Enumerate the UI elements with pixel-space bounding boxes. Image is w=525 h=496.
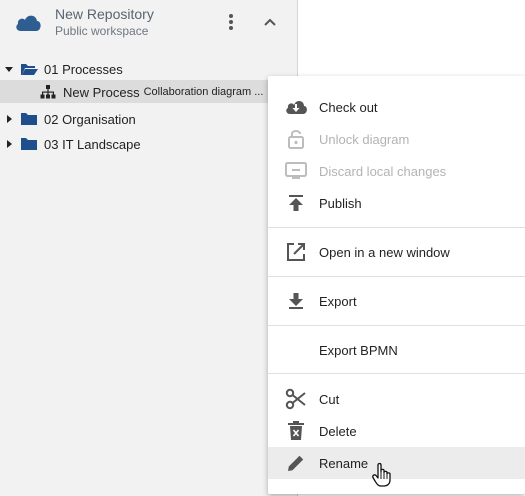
hierarchy-icon bbox=[40, 85, 56, 99]
menu-item-check-out[interactable]: Check out bbox=[268, 91, 525, 123]
menu-item-label: Export BPMN bbox=[319, 342, 398, 358]
folder-icon bbox=[21, 113, 37, 125]
scissors-icon bbox=[285, 388, 307, 410]
publish-icon bbox=[285, 192, 307, 214]
menu-item-cut[interactable]: Cut bbox=[268, 383, 525, 415]
tree-folder-label: 01 Processes bbox=[44, 61, 123, 77]
pencil-icon bbox=[285, 452, 307, 474]
open-external-icon bbox=[285, 241, 307, 263]
menu-item-discard-local-changes[interactable]: Discard local changes bbox=[268, 155, 525, 187]
tree-folder-organisation[interactable]: 02 Organisation bbox=[4, 108, 136, 130]
tree-folder-label: 03 IT Landscape bbox=[44, 136, 141, 152]
repository-sidebar: New Repository Public workspace 01 Proce… bbox=[0, 0, 298, 496]
menu-item-export-bpmn[interactable]: Export BPMN bbox=[268, 334, 525, 366]
menu-item-label: Rename bbox=[319, 455, 369, 471]
cloud-download-icon bbox=[285, 96, 307, 118]
trash-icon bbox=[285, 420, 307, 442]
menu-item-label: Unlock diagram bbox=[319, 131, 410, 147]
repository-title: New Repository bbox=[55, 6, 154, 22]
menu-divider bbox=[268, 227, 525, 228]
menu-divider bbox=[268, 276, 525, 277]
tree-folder-label: 02 Organisation bbox=[44, 111, 136, 127]
caret-right-icon[interactable] bbox=[4, 114, 14, 124]
menu-item-label: Delete bbox=[319, 423, 357, 439]
menu-item-open-new-window[interactable]: Open in a new window bbox=[268, 236, 525, 268]
menu-item-unlock-diagram[interactable]: Unlock diagram bbox=[268, 123, 525, 155]
unlock-icon bbox=[285, 128, 307, 150]
discard-icon bbox=[285, 160, 307, 182]
chevron-up-icon[interactable] bbox=[260, 12, 280, 32]
repository-subtitle: Public workspace bbox=[55, 24, 149, 38]
menu-item-label: Discard local changes bbox=[319, 163, 447, 179]
caret-right-icon[interactable] bbox=[4, 139, 14, 149]
folder-open-icon bbox=[21, 64, 38, 75]
menu-item-label: Open in a new window bbox=[319, 244, 450, 260]
tree-item-type: Collaboration diagram ... bbox=[143, 86, 264, 98]
menu-divider bbox=[268, 325, 525, 326]
repository-header[interactable]: New Repository Public workspace bbox=[0, 0, 298, 48]
menu-item-export[interactable]: Export bbox=[268, 285, 525, 317]
caret-down-icon[interactable] bbox=[4, 64, 14, 74]
menu-item-label: Export bbox=[319, 293, 357, 309]
menu-item-label: Cut bbox=[319, 391, 340, 407]
menu-item-rename[interactable]: Rename bbox=[268, 447, 525, 479]
tree-item-new-process[interactable]: New Process Collaboration diagram ... bbox=[40, 81, 263, 103]
hand-pointer-icon bbox=[372, 462, 391, 487]
menu-item-label: Publish bbox=[319, 195, 362, 211]
folder-icon bbox=[21, 138, 37, 150]
menu-item-publish[interactable]: Publish bbox=[268, 187, 525, 219]
tree-folder-it-landscape[interactable]: 03 IT Landscape bbox=[4, 133, 141, 155]
tree-item-name: New Process bbox=[63, 84, 140, 100]
cloud-icon bbox=[16, 15, 41, 31]
menu-item-delete[interactable]: Delete bbox=[268, 415, 525, 447]
export-icon bbox=[285, 290, 307, 312]
menu-divider bbox=[268, 373, 525, 374]
tree-folder-processes[interactable]: 01 Processes bbox=[4, 58, 123, 80]
menu-item-label: Check out bbox=[319, 99, 378, 115]
context-menu: Check out Unlock diagram Discard local c… bbox=[268, 76, 525, 494]
more-options-icon[interactable] bbox=[222, 12, 240, 32]
